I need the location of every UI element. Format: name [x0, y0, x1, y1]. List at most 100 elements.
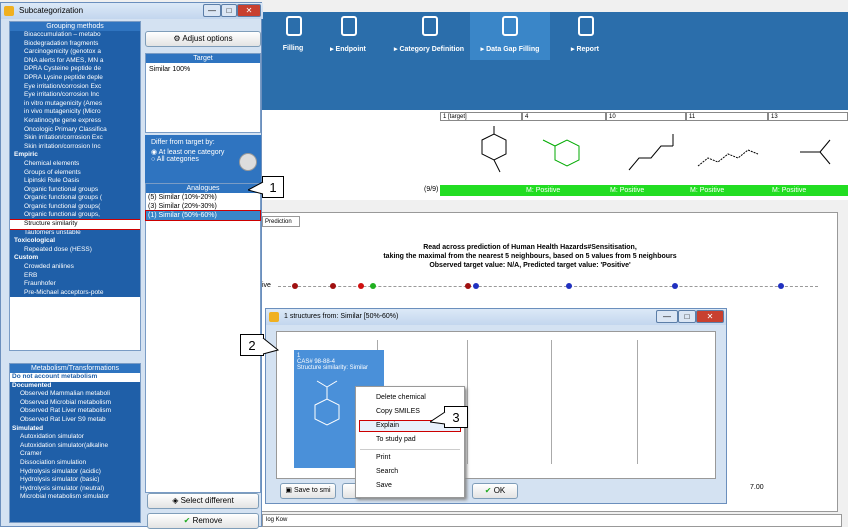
- select-icon: ◈: [172, 496, 181, 505]
- tree-item[interactable]: Lipinski Rule Oasis: [10, 177, 140, 186]
- dialog-close-button[interactable]: ✕: [696, 310, 724, 323]
- metabolism-group[interactable]: Do not account metabolism: [10, 373, 140, 382]
- data-point[interactable]: [473, 283, 479, 289]
- data-point[interactable]: [465, 283, 471, 289]
- radio-at-least-one[interactable]: ◉ At least one category: [151, 148, 255, 156]
- column-header[interactable]: 13: [768, 112, 848, 121]
- metabolism-item[interactable]: Observed Mammalian metaboli: [10, 390, 140, 399]
- tree-item[interactable]: Biodegradation fragments: [10, 39, 140, 49]
- menu-copy-smiles[interactable]: Copy SMILES: [376, 407, 420, 417]
- tree-item[interactable]: Organic functional groups: [10, 185, 140, 195]
- column-header[interactable]: 10: [606, 112, 686, 121]
- tree-item[interactable]: Chemical elements: [10, 159, 140, 169]
- callout-3: 3: [444, 406, 468, 428]
- toolbar-endpoint[interactable]: ▸ Endpoint: [313, 12, 383, 60]
- tree-item[interactable]: Keratinocyte gene express: [10, 116, 140, 126]
- metabolism-item[interactable]: Microbial metabolism simulator: [10, 493, 140, 502]
- metabolism-item[interactable]: Hydrolysis simulator (neutral): [10, 484, 140, 494]
- minimize-button[interactable]: —: [203, 4, 221, 17]
- tree-item[interactable]: Oncologic Primary Classifica: [10, 125, 140, 135]
- data-point[interactable]: [566, 283, 572, 289]
- metabolism-list[interactable]: Metabolism/Transformations Do not accoun…: [9, 363, 141, 523]
- metabolism-item[interactable]: Dissociation simulation: [10, 458, 140, 468]
- tree-item[interactable]: ERB: [10, 271, 140, 281]
- metabolism-items: Do not account metabolism Documented Obser…: [10, 373, 140, 502]
- select-different-button[interactable]: ◈ Select different: [147, 493, 259, 509]
- tree-group[interactable]: Empiric: [10, 151, 140, 160]
- prediction-title: Read across prediction of Human Health H…: [423, 244, 637, 251]
- toolbar-report[interactable]: ▸ Report: [550, 12, 620, 60]
- dialog-minimize-button[interactable]: —: [656, 310, 678, 323]
- maximize-button[interactable]: □: [221, 4, 237, 17]
- data-point[interactable]: [292, 283, 298, 289]
- differ-panel: Differ from target by: ◉ At least one ca…: [145, 135, 261, 183]
- dialog-maximize-button[interactable]: □: [678, 310, 696, 323]
- tree-item[interactable]: Skin irritation/corrosion Exc: [10, 134, 140, 143]
- metabolism-item[interactable]: Autoxidation simulator(alkaline: [10, 441, 140, 451]
- menu-delete-chemical[interactable]: Delete chemical: [376, 393, 426, 403]
- descriptor-dropdown[interactable]: log Kow: [262, 514, 842, 527]
- menu-to-study-pad[interactable]: To study pad: [376, 435, 416, 445]
- adjust-options-button[interactable]: ⚙ Adjust options: [145, 31, 261, 47]
- tree-item[interactable]: Crowded anilines: [10, 263, 140, 272]
- metabolism-group[interactable]: Simulated: [10, 424, 140, 434]
- analogues-header: Analogues: [146, 184, 260, 193]
- window-title-bar: Subcategorization — □ ✕: [1, 3, 263, 19]
- close-button[interactable]: ✕: [237, 4, 261, 17]
- tree-group[interactable]: Custom: [10, 254, 140, 264]
- column-header[interactable]: 4: [522, 112, 606, 121]
- analogue-item-selected[interactable]: (1) Similar (50%-60%): [145, 210, 261, 221]
- data-point[interactable]: [370, 283, 376, 289]
- tree-item[interactable]: Carcinogenicity (genotox a: [10, 48, 140, 57]
- main-toolbar: Filling ▸ Endpoint ▸ Category Definition…: [258, 12, 848, 60]
- tree-item[interactable]: Pre-Michael acceptors-pote: [10, 288, 140, 298]
- metabolism-item[interactable]: Observed Rat Liver S9 metab: [10, 415, 140, 425]
- tab-prediction[interactable]: Prediction: [262, 216, 300, 227]
- data-point[interactable]: [672, 283, 678, 289]
- tree-item[interactable]: DPRA Cysteine peptide de: [10, 65, 140, 74]
- tree-item[interactable]: Repeated dose (HESS): [10, 245, 140, 255]
- tree-item[interactable]: Tautomers unstable: [10, 228, 140, 238]
- tree-item[interactable]: in vitro mutagenicity (Ames: [10, 99, 140, 109]
- metabolism-group[interactable]: Documented: [10, 381, 140, 391]
- metabolism-item[interactable]: Observed Microbial metabolism: [10, 398, 140, 408]
- tree-item[interactable]: Organic functional groups (: [10, 194, 140, 203]
- toolbar-data-gap-filling[interactable]: ▸ Data Gap Filling: [470, 12, 550, 60]
- metabolism-item[interactable]: Hydrolysis simulator (acidic): [10, 467, 140, 477]
- metabolism-item[interactable]: Autoxidation simulator: [10, 433, 140, 442]
- data-point[interactable]: [330, 283, 336, 289]
- tree-item[interactable]: Bioaccumulation – metabo: [10, 31, 140, 40]
- tree-item[interactable]: Groups of elements: [10, 168, 140, 178]
- analogue-item[interactable]: (5) Similar (10%-20%): [146, 193, 260, 202]
- metabolism-item[interactable]: Cramer: [10, 450, 140, 459]
- tree-item[interactable]: Organic functional groups,: [10, 211, 140, 221]
- toolbar-category-definition[interactable]: ▸ Category Definition: [384, 12, 474, 60]
- tree-item[interactable]: in vivo mutagenicity (Micro: [10, 108, 140, 117]
- grouping-tree[interactable]: Grouping methods Bioaccumulation – metab…: [9, 21, 141, 351]
- column-header[interactable]: 11: [686, 112, 768, 121]
- tree-item[interactable]: DPRA Lysine peptide deple: [10, 73, 140, 83]
- molecule-structure: [481, 126, 507, 173]
- menu-print[interactable]: Print: [376, 453, 390, 463]
- data-point[interactable]: [358, 283, 364, 289]
- callout-pointer: [430, 411, 446, 425]
- menu-search[interactable]: Search: [376, 467, 398, 477]
- tree-item[interactable]: DNA alerts for AMES, MN a: [10, 56, 140, 66]
- tree-item[interactable]: Eye irritation/corrosion Exc: [10, 82, 140, 92]
- ok-button[interactable]: ✔ OK: [472, 483, 518, 499]
- save-to-smi-button[interactable]: ▣ Save to smi: [280, 483, 336, 499]
- tree-group[interactable]: Toxicological: [10, 237, 140, 246]
- check-icon: ✔: [484, 486, 494, 495]
- data-point[interactable]: [778, 283, 784, 289]
- menu-save[interactable]: Save: [376, 481, 392, 491]
- tree-item[interactable]: Skin irritation/corrosion Inc: [10, 142, 140, 152]
- tree-item[interactable]: Organic functional groups(: [10, 202, 140, 212]
- tree-item[interactable]: Structure similarity: [10, 219, 140, 230]
- tree-item[interactable]: Eye irritation/corrosion Inc: [10, 91, 140, 100]
- analogue-item[interactable]: (3) Similar (20%-30%): [146, 202, 260, 211]
- metabolism-item[interactable]: Observed Rat Liver metabolism: [10, 407, 140, 416]
- column-header[interactable]: 1 [target]: [440, 112, 522, 121]
- metabolism-item[interactable]: Hydrolysis simulator (basic): [10, 476, 140, 485]
- differ-icon[interactable]: [239, 153, 257, 171]
- tree-item[interactable]: Fraunhofer: [10, 280, 140, 289]
